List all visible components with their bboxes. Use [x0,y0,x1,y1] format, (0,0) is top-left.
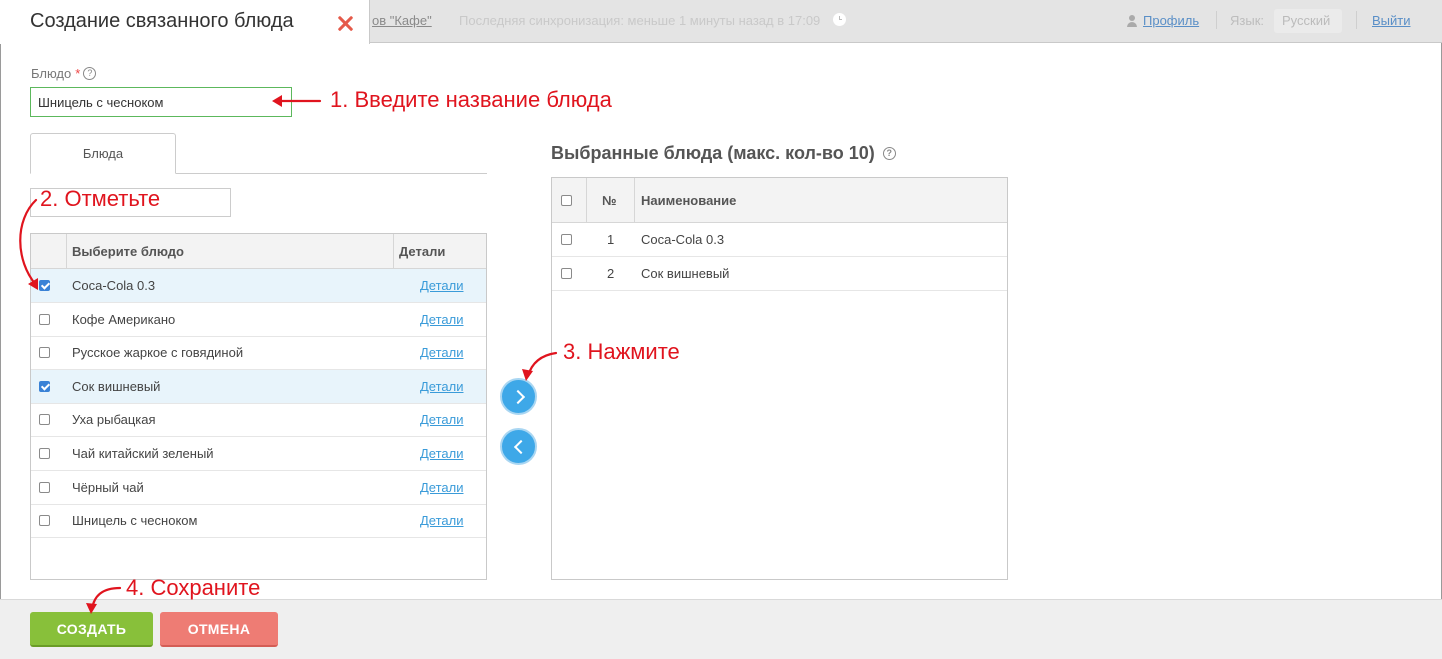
details-link[interactable]: Детали [420,412,464,427]
sync-status: Последняя синхронизация: меньше 1 минуты… [459,13,821,28]
language-label: Язык: [1230,13,1264,28]
dish-name: Coca-Cola 0.3 [72,278,156,293]
column-divider [586,178,587,222]
annotation-step1: 1. Введите название блюда [330,87,612,112]
selected-dish-name: Сок вишневый [641,265,730,281]
clock-icon [833,13,846,26]
details-link[interactable]: Детали [420,379,464,394]
dish-name: Уха рыбацкая [72,412,156,428]
row-checkbox[interactable] [39,414,50,426]
column-header-name: Наименование [641,192,737,208]
profile-link-label[interactable]: Профиль [1143,13,1199,28]
dish-select-table: Выберите блюдо Детали Coca-Cola 0.3 Детал… [30,233,487,580]
annotation-step2: 2. Отметьте [40,186,161,211]
row-number: 1 [607,232,615,247]
dish-name: Русское жаркое с говядиной [72,345,244,361]
profile-link[interactable]: Профиль [1126,13,1199,28]
dish-field-label: Блюдо * ? [31,66,97,81]
table-row[interactable]: Русское жаркое с говядиной Детали [31,336,486,371]
select-all-cell[interactable] [561,178,572,222]
move-left-button[interactable] [500,428,537,465]
table-row[interactable]: 1 Coca-Cola 0.3 [552,223,1007,257]
row-checkbox[interactable] [39,515,50,527]
required-mark: * [75,66,81,81]
cafe-link[interactable]: ов "Кафе" [372,13,432,28]
create-button[interactable]: СОЗДАТЬ [30,612,153,647]
dialog-title: Создание связанного блюда [30,10,294,32]
table-row[interactable]: 2 Сок вишневый [552,257,1007,291]
table-row[interactable]: Чай китайский зеленый Детали [31,437,486,471]
table-row[interactable]: Чёрный чай Детали [31,471,486,505]
column-divider [66,234,67,268]
dialog-title-tab: Создание связанного блюда [0,0,370,44]
dish-name-input[interactable] [30,87,292,117]
table-header: № Наименование [552,178,1007,223]
dish-name: Чёрный чай [72,479,144,495]
annotation-step3: 3. Нажмите [563,339,680,364]
row-checkbox[interactable] [39,280,50,291]
column-header-dish: Выберите блюдо [72,243,184,259]
table-row[interactable]: Уха рыбацкая Детали [31,403,486,438]
help-icon[interactable]: ? [83,67,97,80]
table-header: Выберите блюдо Детали [31,234,486,269]
column-header-number: № [602,192,617,208]
select-all-checkbox[interactable] [561,194,572,206]
dish-name: Чай китайский зеленый [72,446,214,461]
logout-link[interactable]: Выйти [1372,13,1411,28]
table-row[interactable]: Coca-Cola 0.3 Детали [31,269,486,303]
table-row[interactable]: Сок вишневый Детали [31,369,486,404]
row-checkbox[interactable] [561,234,572,245]
table-row[interactable]: Кофе Американо Детали [31,303,486,337]
selected-dishes-title-text: Выбранные блюда (макс. кол-во 10) [551,143,875,163]
column-header-details: Детали [399,243,446,259]
row-checkbox[interactable] [39,448,50,459]
move-right-button[interactable] [500,378,537,415]
table-row[interactable]: Шницель с чесноком Детали [31,504,486,539]
help-icon[interactable]: ? [882,147,896,160]
selected-dishes-table: № Наименование 1 Coca-Cola 0.3 2 Сок вишнев… [551,177,1008,580]
details-link[interactable]: Детали [420,278,464,293]
dish-name: Сок вишневый [72,378,161,394]
selected-dish-name: Coca-Cola 0.3 [641,232,725,247]
details-link[interactable]: Детали [420,480,464,495]
language-select[interactable]: Русский [1274,9,1342,33]
details-link[interactable]: Детали [420,446,464,461]
column-divider [393,234,394,268]
details-link[interactable]: Детали [420,312,464,327]
row-checkbox[interactable] [561,267,572,279]
tab-dishes[interactable]: Блюда [30,133,176,174]
cancel-button[interactable]: ОТМЕНА [160,612,278,647]
dish-label-text: Блюдо [31,66,72,81]
row-checkbox[interactable] [39,313,50,325]
close-icon[interactable] [336,14,354,32]
dish-name: Шницель с чесноком [72,513,198,529]
row-checkbox[interactable] [39,347,50,359]
selected-dishes-title: Выбранные блюда (макс. кол-во 10) ? [551,143,896,164]
annotation-step4: 4. Сохраните [126,575,261,600]
row-checkbox[interactable] [39,380,50,392]
user-icon [1126,14,1138,27]
row-checkbox[interactable] [39,481,50,493]
dish-name: Кофе Американо [72,311,176,327]
row-number: 2 [607,265,615,281]
details-link[interactable]: Детали [420,513,464,528]
divider [1356,11,1357,29]
divider [1216,11,1217,29]
column-divider [634,178,635,222]
details-link[interactable]: Детали [420,345,464,360]
